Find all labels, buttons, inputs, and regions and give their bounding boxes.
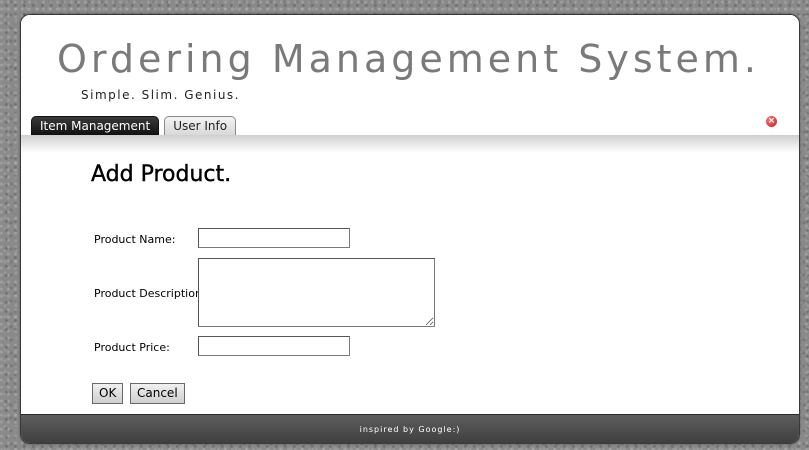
close-icon[interactable]: × — [766, 116, 777, 127]
app-window: Ordering Management System. Simple. Slim… — [20, 14, 800, 444]
footer-credit: inspired by Google:) — [359, 425, 461, 434]
product-name-label: Product Name: — [94, 233, 176, 246]
product-name-input[interactable] — [198, 228, 350, 248]
cancel-button[interactable]: Cancel — [130, 383, 185, 404]
ok-button[interactable]: OK — [92, 383, 124, 404]
site-title: Ordering Management System. — [57, 37, 761, 81]
header: Ordering Management System. Simple. Slim… — [21, 15, 799, 135]
page-title: Add Product. — [91, 162, 232, 187]
tab-user-info[interactable]: User Info — [164, 116, 237, 135]
tab-divider — [21, 135, 799, 153]
tab-bar: Item Management User Info — [31, 116, 237, 136]
product-price-label: Product Price: — [94, 341, 170, 354]
product-price-input[interactable] — [198, 336, 350, 356]
footer: inspired by Google:) — [21, 414, 799, 443]
product-description-label: Product Description: — [94, 287, 206, 300]
product-description-textarea[interactable] — [198, 258, 435, 327]
site-tagline: Simple. Slim. Genius. — [81, 88, 240, 102]
tab-item-management[interactable]: Item Management — [31, 116, 160, 135]
